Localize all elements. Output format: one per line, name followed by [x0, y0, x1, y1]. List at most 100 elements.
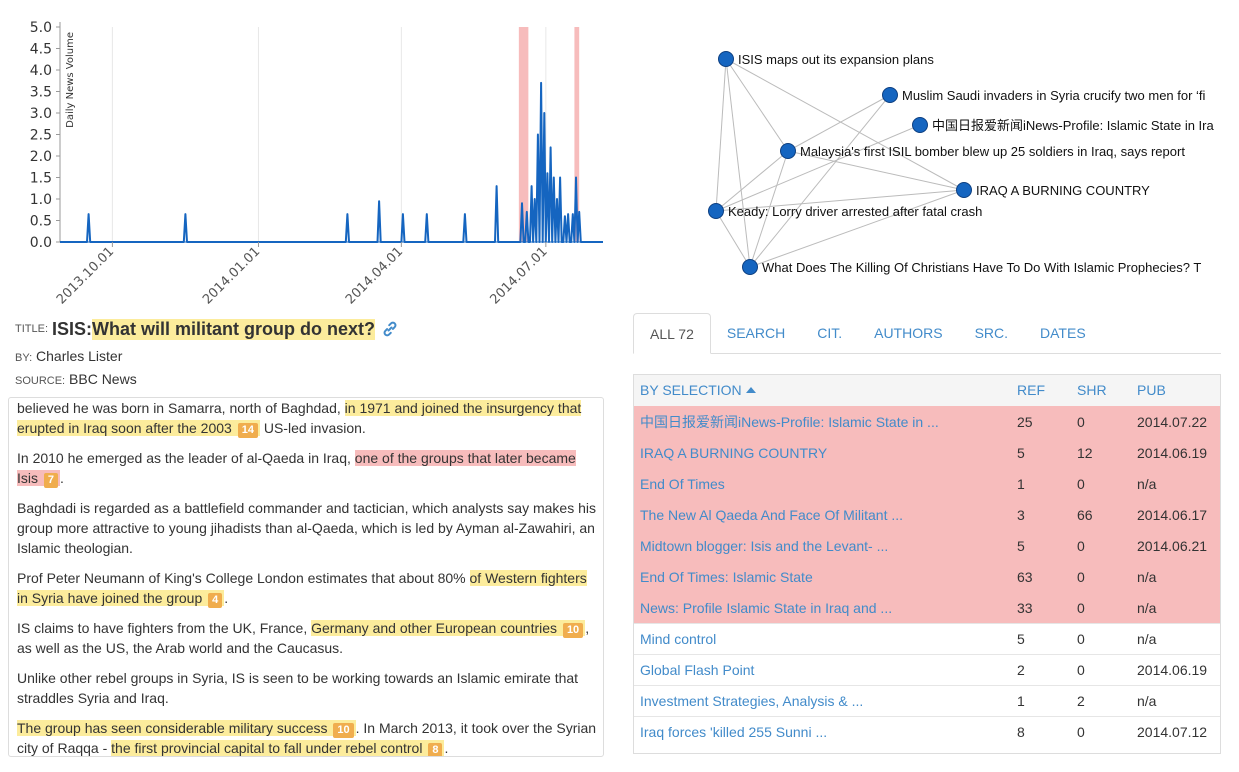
doc-title-cell[interactable]: News: Profile Islamic State in Iraq and …	[634, 591, 1011, 623]
doc-title-cell[interactable]: End Of Times	[634, 467, 1011, 499]
pub-header[interactable]: PUB	[1131, 375, 1220, 406]
table-row[interactable]: 中国日报爱新闻iNews-Profile: Islamic State in .…	[634, 405, 1220, 437]
citation-count-badge[interactable]: 8	[428, 743, 443, 756]
citation-count-badge[interactable]: 14	[237, 423, 258, 438]
by-label: BY:	[15, 352, 33, 364]
selection-highlight[interactable]	[518, 27, 529, 242]
ref-cell: 5	[1011, 622, 1071, 654]
shr-cell: 12	[1071, 436, 1131, 468]
y-tick-label: 0.0	[30, 235, 52, 251]
pub-cell: 2014.06.21	[1131, 529, 1220, 561]
graph-edge	[715, 150, 789, 212]
y-tick-label: 2.0	[30, 149, 52, 165]
citation-count-badge[interactable]: 4	[208, 593, 223, 608]
article-paragraph: believed he was born in Samarra, north o…	[17, 398, 599, 438]
table-row[interactable]: News: Profile Islamic State in Iraq and …	[634, 591, 1220, 623]
y-axis-label: Daily News Volume	[65, 32, 76, 128]
article-paragraph: Prof Peter Neumann of King's College Lon…	[17, 568, 599, 608]
pub-cell: n/a	[1131, 622, 1220, 654]
table-row[interactable]: The New Al Qaeda And Face Of Militant ..…	[634, 498, 1220, 530]
pub-cell: 2014.07.22	[1131, 405, 1220, 437]
shr-cell: 0	[1071, 405, 1131, 437]
tab-dates[interactable]: DATES	[1024, 313, 1102, 353]
citation-count-badge[interactable]: 10	[333, 723, 354, 738]
article-text: US-led invasion.	[259, 420, 366, 436]
tab-cit[interactable]: CIT.	[801, 313, 858, 353]
shr-cell: 0	[1071, 653, 1131, 685]
graph-node-label[interactable]: 中国日报爱新闻iNews-Profile: Islamic State in I…	[932, 118, 1214, 133]
table-row[interactable]: IRAQ A BURNING COUNTRY 5 12 2014.06.19	[634, 436, 1220, 468]
x-tick-label: 2014.07.01	[487, 244, 550, 305]
source-row: SOURCE: BBC News	[15, 371, 605, 389]
doc-title-cell[interactable]: Global Flash Point	[634, 653, 1011, 685]
filter-tabs: ALL 72 SEARCH CIT. AUTHORS SRC. DATES	[633, 313, 1221, 354]
y-tick-label: 1.0	[30, 192, 52, 208]
graph-edge	[715, 124, 921, 212]
article-text: IS claims to have fighters from the UK, …	[17, 620, 312, 636]
x-tick-label: 2014.04.01	[343, 244, 406, 305]
citation-count-badge[interactable]: 10	[562, 623, 584, 638]
highlighted-claim[interactable]: Germany and other European countries 10	[311, 620, 586, 638]
doc-title-cell[interactable]: Mind control	[634, 622, 1011, 654]
table-row[interactable]: Global Flash Point 2 0 2014.06.19	[634, 653, 1220, 685]
shr-cell: 0	[1071, 467, 1131, 499]
table-row[interactable]: Mind control 5 0 n/a	[634, 622, 1220, 654]
graph-edge	[715, 58, 727, 212]
article-title-prefix: ISIS:	[52, 318, 93, 339]
highlighted-claim[interactable]: The group has seen considerable military…	[17, 720, 356, 738]
doc-title-cell[interactable]: 中国日报爱新闻iNews-Profile: Islamic State in .…	[634, 405, 1011, 437]
ref-cell: 1	[1011, 684, 1071, 716]
graph-node-label[interactable]: IRAQ A BURNING COUNTRY	[976, 183, 1150, 198]
shr-cell: 66	[1071, 498, 1131, 530]
pub-cell: 2014.07.12	[1131, 715, 1220, 747]
graph-node-label[interactable]: Malaysia's first ISIL bomber blew up 25 …	[800, 144, 1185, 159]
graph-edge	[787, 94, 891, 152]
article-body[interactable]: believed he was born in Samarra, north o…	[8, 397, 604, 757]
table-row[interactable]: Iraq forces 'killed 255 Sunni ... 8 0 2014.…	[634, 715, 1220, 747]
graph-node[interactable]	[742, 259, 758, 275]
link-icon[interactable]	[381, 320, 399, 338]
pub-cell: n/a	[1131, 467, 1220, 499]
ref-cell: 1	[1011, 467, 1071, 499]
article-text: Prof Peter Neumann of King's College Lon…	[17, 570, 470, 586]
graph-node-label[interactable]: ISIS maps out its expansion plans	[738, 52, 934, 67]
shr-header[interactable]: SHR	[1071, 375, 1131, 406]
doc-title-cell[interactable]: Investment Strategies, Analysis & ...	[634, 684, 1011, 716]
ref-header[interactable]: REF	[1011, 375, 1071, 406]
table-row[interactable]: Midtown blogger: Isis and the Levant- ..…	[634, 529, 1220, 561]
doc-title-cell[interactable]: Midtown blogger: Isis and the Levant- ..…	[634, 529, 1011, 561]
graph-node[interactable]	[708, 203, 724, 219]
y-tick-label: 3.5	[30, 85, 52, 101]
graph-node[interactable]	[956, 182, 972, 198]
news-volume-chart[interactable]: 0.0 0.5 1.0 1.5 2.0 2.5 3.0 3.5 4.0 4.5 5.0 Daily N…	[0, 0, 610, 305]
doc-title-cell[interactable]: End Of Times: Islamic State	[634, 560, 1011, 592]
graph-node[interactable]	[718, 51, 734, 67]
graph-edge	[749, 189, 965, 268]
graph-node-label[interactable]: Muslim Saudi invaders in Syria crucify t…	[902, 88, 1206, 103]
table-row[interactable]: Investment Strategies, Analysis & ... 1 2 n…	[634, 684, 1220, 716]
doc-title-cell[interactable]: Iraq forces 'killed 255 Sunni ...	[634, 715, 1011, 747]
doc-title-cell[interactable]: IRAQ A BURNING COUNTRY	[634, 436, 1011, 468]
tab-all-72[interactable]: ALL 72	[633, 313, 711, 354]
sort-by-selection-header[interactable]: BY SELECTION	[634, 375, 1011, 406]
graph-node[interactable]	[912, 117, 928, 133]
graph-node-label[interactable]: Keady: Lorry driver arrested after fatal…	[728, 204, 982, 219]
citation-count-badge[interactable]: 7	[43, 473, 59, 488]
table-row[interactable]: End Of Times 1 0 n/a	[634, 467, 1220, 499]
doc-title-cell[interactable]: The New Al Qaeda And Face Of Militant ..…	[634, 498, 1011, 530]
x-tick-label: 2013.10.01	[54, 244, 117, 305]
tab-src[interactable]: SRC.	[959, 313, 1024, 353]
graph-node-label[interactable]: What Does The Killing Of Christians Have…	[762, 260, 1201, 275]
by-selection-label: BY SELECTION	[640, 382, 742, 399]
document-network-graph[interactable]: ISIS maps out its expansion plans Muslim …	[700, 40, 1239, 285]
graph-node[interactable]	[882, 87, 898, 103]
tab-search[interactable]: SEARCH	[711, 313, 801, 353]
y-tick-label: 4.5	[30, 42, 52, 58]
tab-authors[interactable]: AUTHORS	[858, 313, 958, 353]
article-paragraph: Baghdadi is regarded as a battlefield co…	[17, 498, 599, 558]
graph-node[interactable]	[780, 143, 796, 159]
x-tick-label: 2014.01.01	[200, 244, 263, 305]
shr-cell: 0	[1071, 560, 1131, 592]
highlighted-claim[interactable]: the first provincial capital to fall und…	[111, 740, 445, 756]
table-row[interactable]: End Of Times: Islamic State 63 0 n/a	[634, 560, 1220, 592]
